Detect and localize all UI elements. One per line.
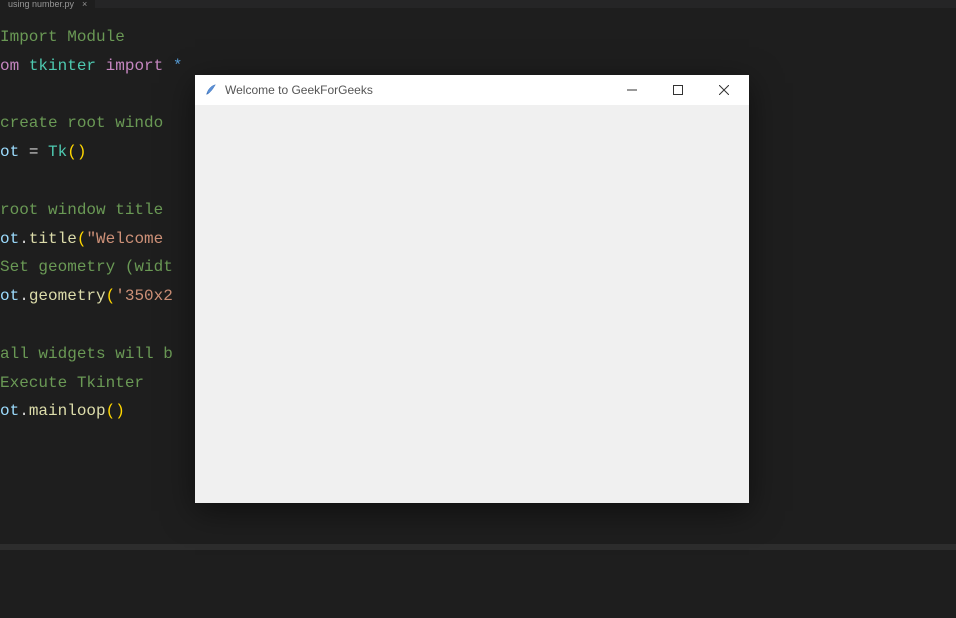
editor-tab[interactable]: using number.py × <box>0 0 95 8</box>
code-paren: () <box>106 402 125 420</box>
code-paren: ( <box>106 287 116 305</box>
code-star: * <box>173 57 183 75</box>
tab-filename: using number.py <box>8 0 74 9</box>
code-keyword: import <box>96 57 173 75</box>
code-variable: ot <box>0 402 19 420</box>
code-keyword: om <box>0 57 29 75</box>
minimize-button[interactable] <box>609 75 655 105</box>
code-paren: ( <box>77 230 87 248</box>
code-string: "Welcome <box>86 230 172 248</box>
code-comment: root window title <box>0 201 173 219</box>
tab-bar: using number.py × <box>0 0 956 8</box>
feather-icon <box>203 82 219 98</box>
window-controls <box>609 75 747 105</box>
close-icon[interactable]: × <box>82 0 87 9</box>
code-method: mainloop <box>29 402 106 420</box>
bottom-panel <box>0 550 956 618</box>
close-button[interactable] <box>701 75 747 105</box>
code-dot: . <box>19 402 29 420</box>
code-comment: Import Module <box>0 28 125 46</box>
code-paren: () <box>67 143 86 161</box>
maximize-button[interactable] <box>655 75 701 105</box>
code-string: '350x2 <box>115 287 173 305</box>
window-body <box>195 105 749 503</box>
code-method: geometry <box>29 287 106 305</box>
code-comment: all widgets will b <box>0 345 173 363</box>
code-class: Tk <box>48 143 67 161</box>
code-dot: . <box>19 287 29 305</box>
code-method: title <box>29 230 77 248</box>
code-dot: . <box>19 230 29 248</box>
code-variable: ot <box>0 230 19 248</box>
window-titlebar[interactable]: Welcome to GeekForGeeks <box>195 75 749 105</box>
code-variable: ot <box>0 287 19 305</box>
code-comment: create root windo <box>0 114 163 132</box>
code-module: tkinter <box>29 57 96 75</box>
code-comment: Execute Tkinter <box>0 374 144 392</box>
window-title: Welcome to GeekForGeeks <box>225 83 609 97</box>
code-variable: ot <box>0 143 29 161</box>
code-operator: = <box>29 143 48 161</box>
tkinter-window[interactable]: Welcome to GeekForGeeks <box>195 75 749 503</box>
code-comment: Set geometry (widt <box>0 258 173 276</box>
